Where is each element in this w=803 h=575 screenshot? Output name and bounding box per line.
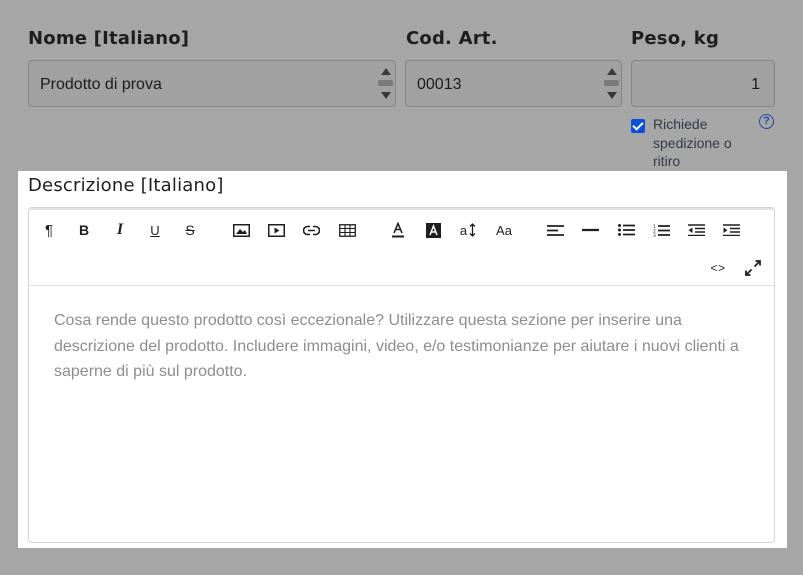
rich-text-editor[interactable]: ¶ B I U S a Aa 1 2 3 <> Cosa rende quest… [28,207,775,543]
underline-icon[interactable]: U [141,217,169,243]
weight-value: 1 [751,76,760,93]
scroll-down-icon[interactable] [607,92,617,99]
table-icon[interactable] [333,217,361,243]
scroll-up-icon[interactable] [381,68,391,75]
name-input[interactable]: Prodotto di prova [28,60,396,107]
image-icon[interactable] [227,217,255,243]
help-icon[interactable]: ? [759,114,774,129]
shipping-checkbox[interactable] [631,119,645,133]
paragraph-icon[interactable]: ¶ [35,217,63,243]
name-value: Prodotto di prova [40,76,162,93]
name-label: Nome [Italiano] [28,28,190,49]
font-size-icon[interactable]: a [454,217,482,243]
weight-input[interactable]: 1 [631,60,775,107]
link-icon[interactable] [297,217,325,243]
video-icon[interactable] [262,217,290,243]
text-case-icon[interactable]: Aa [490,217,518,243]
svg-text:3: 3 [653,233,656,237]
sku-label: Cod. Art. [406,28,498,49]
bullet-list-icon[interactable] [612,217,640,243]
scroll-thumb[interactable] [378,80,393,86]
description-panel: Descrizione [Italiano] ¶ B I U S a Aa 1 … [18,171,787,548]
scroll-thumb[interactable] [604,80,619,86]
description-placeholder: Cosa rende questo prodotto così eccezion… [54,312,739,380]
bold-icon[interactable]: B [70,217,98,243]
text-color-icon[interactable] [384,217,412,243]
scroll-up-icon[interactable] [607,68,617,75]
numbered-list-icon[interactable]: 123 [647,217,675,243]
horizontal-rule-icon[interactable] [576,217,604,243]
outdent-icon[interactable] [682,217,710,243]
sku-scrollbar[interactable] [603,64,619,103]
shipping-label: Richiede spedizione o ritiro [653,116,732,169]
scroll-down-icon[interactable] [381,92,391,99]
weight-label: Peso, kg [631,28,720,49]
background-color-icon[interactable] [419,217,447,243]
strikethrough-icon[interactable]: S [176,217,204,243]
sku-input[interactable]: 00013 [405,60,622,107]
align-left-icon[interactable] [541,217,569,243]
sku-value: 00013 [417,76,462,93]
description-label: Descrizione [Italiano] [28,175,224,196]
editor-toolbar: ¶ B I U S a Aa 1 2 3 <> [29,208,774,286]
name-scrollbar[interactable] [377,64,393,103]
indent-icon[interactable] [717,217,745,243]
italic-icon[interactable]: I [106,217,134,243]
code-view-icon[interactable]: <> [704,255,732,281]
fullscreen-icon[interactable] [739,255,767,281]
